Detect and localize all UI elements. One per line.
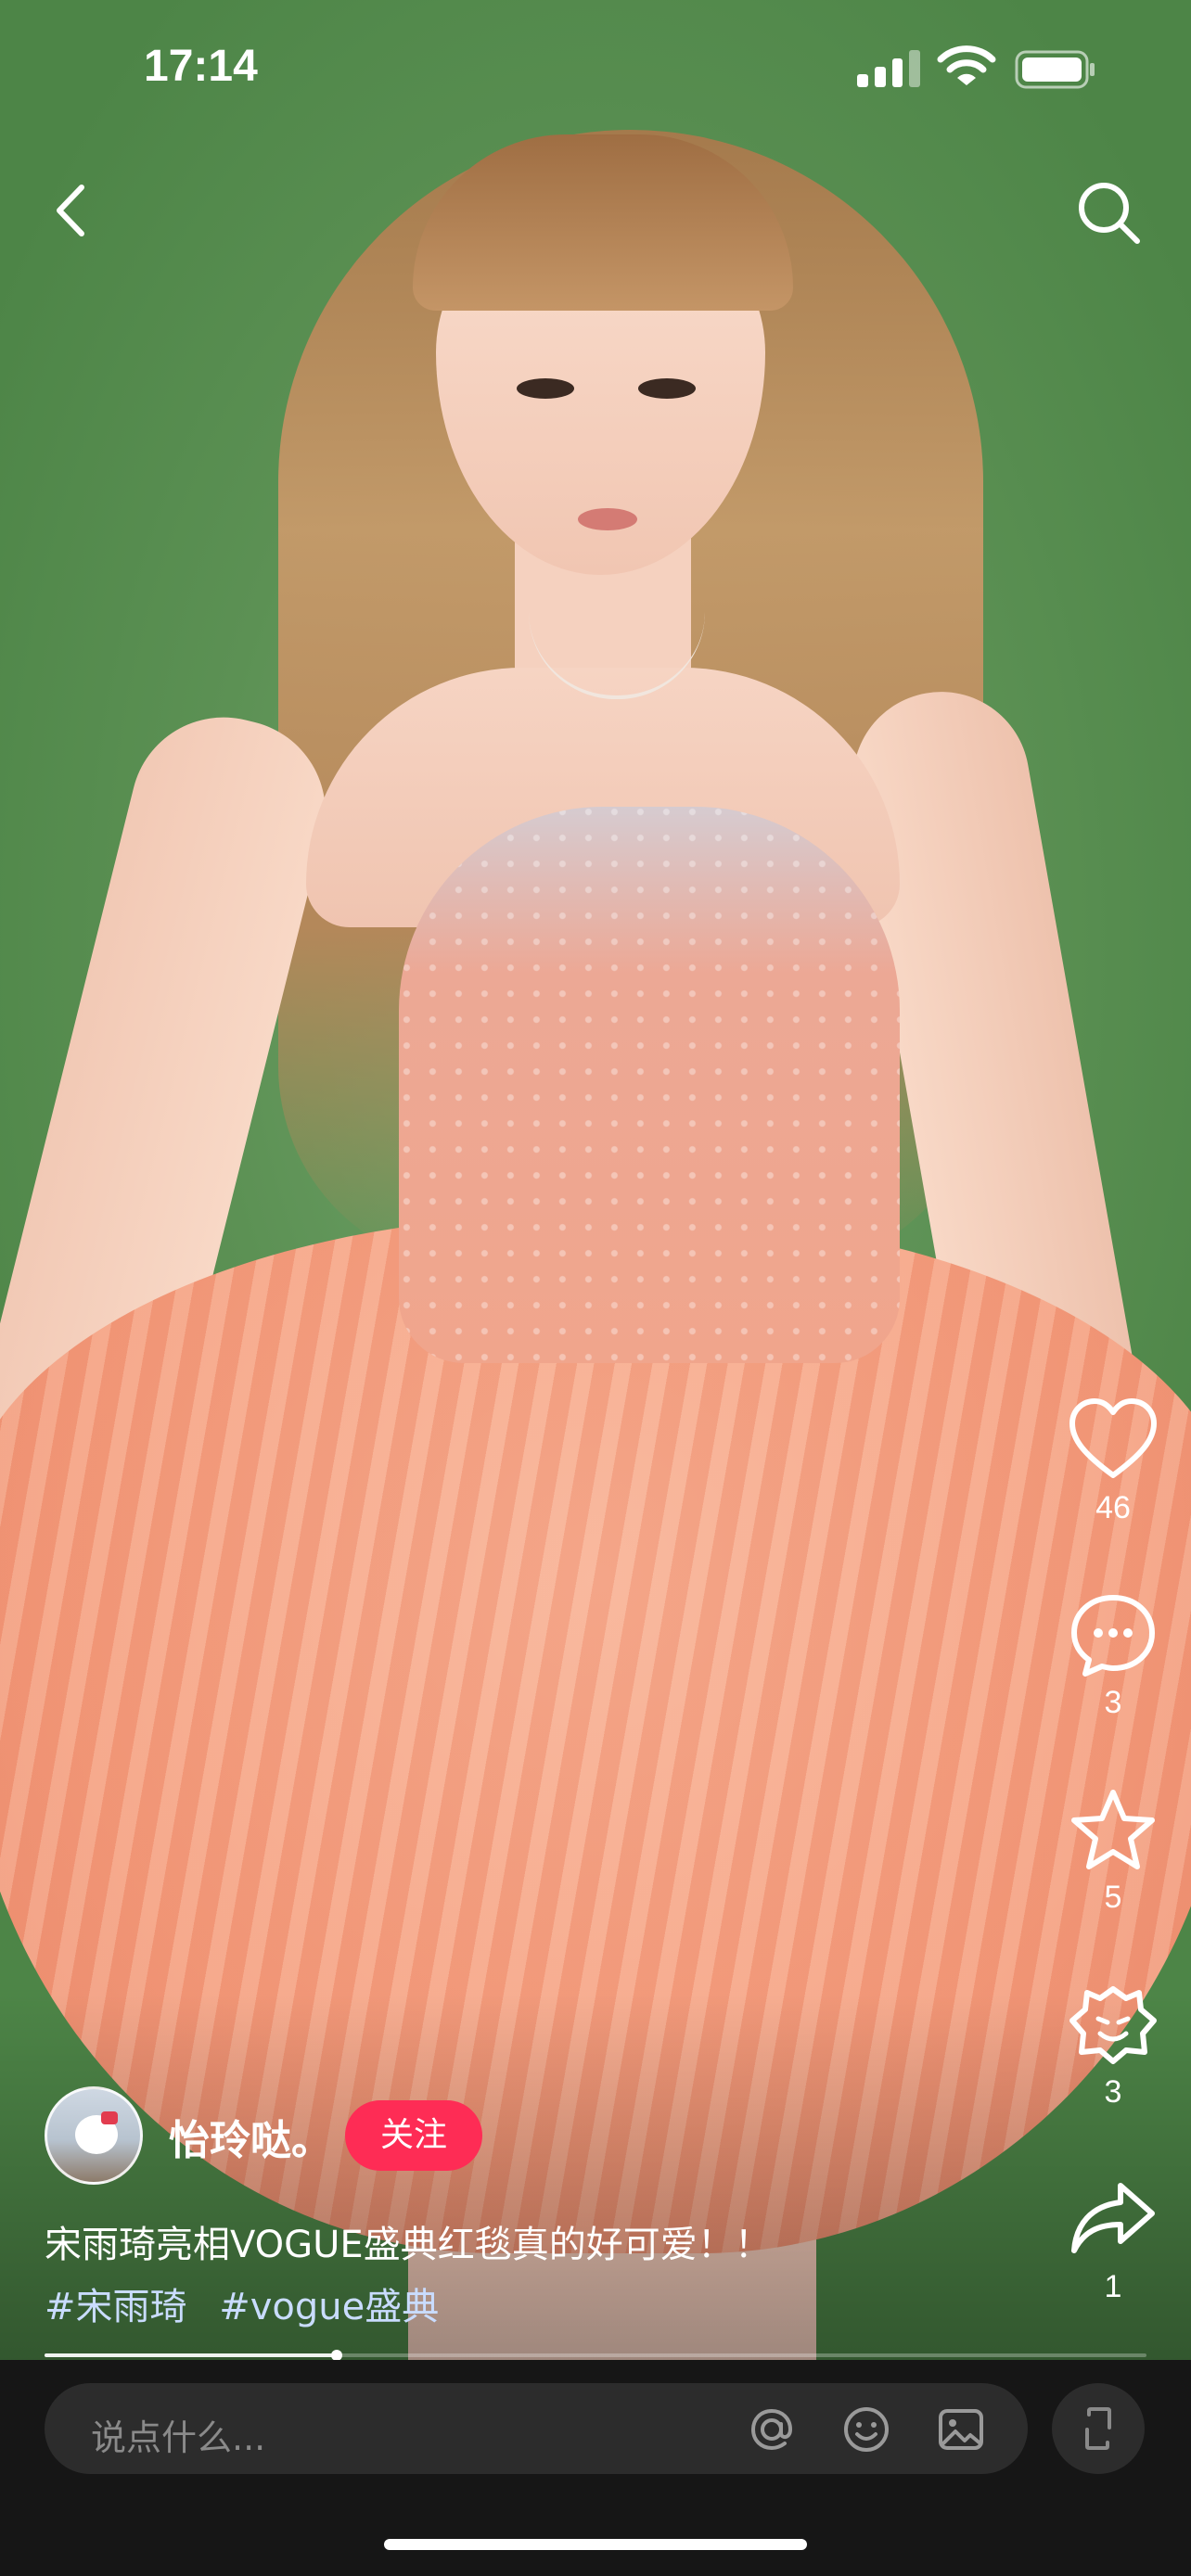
- hashtag-list: #宋雨琦 #vogue盛典: [45, 2276, 459, 2330]
- wifi-icon: [937, 45, 996, 85]
- avatar-bow: [101, 2111, 118, 2124]
- video-progress-fill: [45, 2353, 337, 2357]
- comment-placeholder: 说点什么...: [91, 2417, 266, 2458]
- at-icon[interactable]: [746, 2404, 798, 2455]
- follow-button[interactable]: 关注: [345, 2100, 482, 2171]
- chevron-left-icon[interactable]: [45, 178, 100, 243]
- subject-lips: [578, 508, 637, 530]
- heart-icon: [1069, 1398, 1157, 1478]
- author-name[interactable]: 怡玲哒。: [169, 2107, 332, 2166]
- emoji-reaction-button[interactable]: 3: [1057, 1980, 1169, 2111]
- comment-button[interactable]: 3: [1057, 1590, 1169, 1721]
- like-count: 46: [1095, 1490, 1131, 1525]
- video-frame[interactable]: [0, 0, 1191, 2392]
- video-screen: 17:14 46 3 5 3 1 怡玲哒。 关注 宋雨琦亮相VOGUE盛典红毯真…: [0, 0, 1191, 2576]
- status-time: 17:14: [144, 42, 258, 91]
- hashtag[interactable]: #宋雨琦: [45, 2286, 187, 2328]
- cellular-signal-icon: [857, 46, 920, 87]
- share-count: 1: [1104, 2269, 1122, 2304]
- subject-dress-bodice: [399, 807, 900, 1363]
- emoji-icon[interactable]: [840, 2404, 892, 2455]
- share-button[interactable]: 1: [1057, 2174, 1169, 2305]
- search-icon[interactable]: [1072, 176, 1146, 250]
- subject-eye: [638, 378, 696, 399]
- video-progress-bar[interactable]: [45, 2350, 1146, 2361]
- favorite-button[interactable]: 5: [1057, 1785, 1169, 1916]
- video-caption: 宋雨琦亮相VOGUE盛典红毯真的好可爱！！: [45, 2224, 772, 2266]
- star-icon: [1071, 1790, 1155, 1869]
- battery-icon: [1015, 50, 1095, 89]
- emoji-reaction-icon: [1069, 1986, 1157, 2064]
- comment-input[interactable]: 说点什么...: [45, 2383, 1028, 2474]
- expand-icon: [1085, 2407, 1111, 2450]
- like-button[interactable]: 46: [1057, 1396, 1169, 1526]
- comment-count: 3: [1104, 1685, 1122, 1720]
- image-icon[interactable]: [935, 2404, 987, 2455]
- expand-button[interactable]: [1052, 2383, 1145, 2474]
- comment-icon: [1071, 1595, 1155, 1677]
- emoji-reaction-count: 3: [1104, 2074, 1122, 2110]
- subject-eye: [517, 378, 574, 399]
- avatar[interactable]: [45, 2086, 143, 2185]
- hashtag[interactable]: #vogue盛典: [219, 2286, 439, 2328]
- home-indicator[interactable]: [384, 2539, 807, 2550]
- favorite-count: 5: [1104, 1880, 1122, 1915]
- share-icon: [1071, 2183, 1155, 2253]
